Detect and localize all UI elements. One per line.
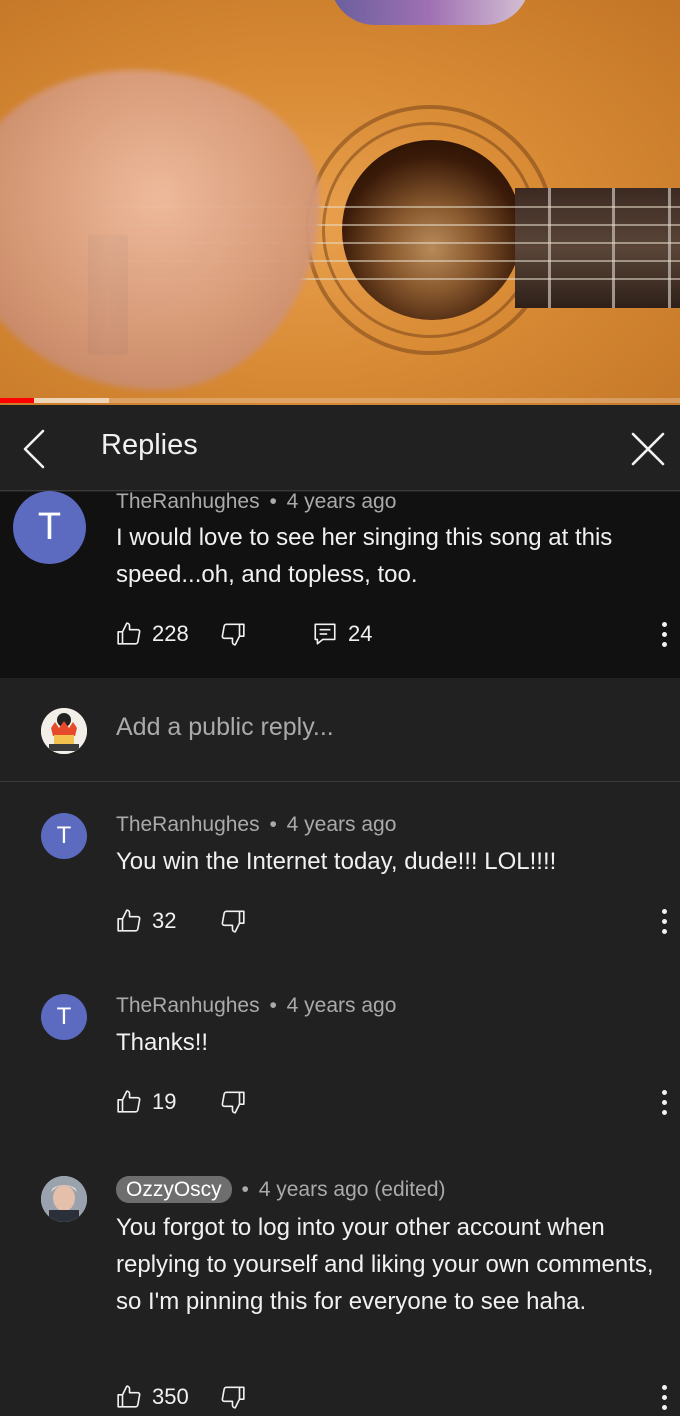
more-vert-icon-dot: [661, 928, 667, 934]
comment-actions: 32: [116, 904, 680, 938]
dislike-button[interactable]: [220, 904, 246, 938]
comment-actions: 228 24: [116, 617, 680, 651]
user-photo-avatar: [41, 1176, 87, 1222]
avatar[interactable]: [41, 708, 87, 754]
parent-comment: T TheRanhughes • 4 years ago I would lov…: [0, 490, 680, 678]
more-options-button[interactable]: [654, 904, 674, 938]
more-vert-icon-dot: [661, 641, 667, 647]
like-button[interactable]: 350: [116, 1380, 189, 1414]
more-vert-icon-dot: [661, 1099, 667, 1105]
video-frame-detail: [342, 140, 522, 320]
video-progress-bar[interactable]: [0, 398, 680, 403]
video-frame-detail: [0, 70, 320, 390]
add-reply-row: Add a public reply...: [0, 680, 680, 782]
meta-separator: •: [269, 994, 277, 1017]
video-frame-detail: [330, 0, 530, 25]
like-count: 19: [152, 1089, 177, 1114]
comment-age: 4 years ago: [286, 813, 397, 836]
more-vert-icon: [661, 621, 667, 627]
thumbs-up-icon: [117, 909, 141, 932]
comment-text: I would love to see her singing this son…: [116, 524, 613, 588]
back-button[interactable]: [16, 427, 56, 471]
like-count: 228: [152, 621, 189, 646]
progress-played: [0, 398, 34, 403]
comment-meta: OzzyOscy • 4 years ago (edited): [116, 1176, 446, 1203]
comment-actions: 19: [116, 1085, 680, 1119]
reply-button[interactable]: 24: [312, 617, 372, 651]
reply-count: 24: [348, 621, 373, 646]
dislike-button[interactable]: [220, 1380, 246, 1414]
thumbs-down-icon: [221, 910, 245, 933]
comment-meta: TheRanhughes • 4 years ago: [116, 994, 396, 1018]
comment-author[interactable]: TheRanhughes: [116, 994, 260, 1017]
more-vert-icon-dot: [661, 631, 667, 637]
comment-actions: 350: [116, 1380, 680, 1414]
avatar[interactable]: T: [41, 813, 87, 859]
thumbs-up-icon: [117, 622, 141, 645]
more-vert-icon-dot: [661, 1394, 667, 1400]
comment-age: 4 years ago: [286, 994, 397, 1017]
meta-separator: •: [269, 490, 277, 513]
close-button[interactable]: [626, 427, 670, 471]
avatar[interactable]: [41, 1176, 87, 1222]
replies-header: Replies: [0, 405, 680, 491]
comment-meta: TheRanhughes • 4 years ago: [116, 813, 396, 837]
like-button[interactable]: 228: [116, 617, 189, 651]
more-vert-icon: [661, 1089, 667, 1095]
reply-comment: T TheRanhughes • 4 years ago You win the…: [0, 812, 680, 972]
reply-comment: OzzyOscy • 4 years ago (edited) You forg…: [0, 1176, 680, 1416]
thumbs-up-icon: [117, 1090, 141, 1113]
more-vert-icon-dot: [661, 1109, 667, 1115]
user-avatar-icon: [41, 708, 87, 754]
video-player[interactable]: [0, 0, 680, 405]
like-button[interactable]: 19: [116, 1085, 176, 1119]
comment-text: Thanks!!: [116, 1029, 209, 1056]
thumbs-up-icon: [117, 1385, 141, 1408]
page-title: Replies: [101, 429, 198, 461]
comment-author[interactable]: TheRanhughes: [116, 490, 260, 513]
more-vert-icon: [661, 908, 667, 914]
comment-text: You forgot to log into your other accoun…: [116, 1214, 654, 1315]
reply-input[interactable]: Add a public reply...: [116, 713, 334, 742]
meta-separator: •: [269, 813, 277, 836]
comment-author[interactable]: TheRanhughes: [116, 813, 260, 836]
comment-age: 4 years ago: [286, 490, 397, 513]
reply-comment: T TheRanhughes • 4 years ago Thanks!! 19: [0, 993, 680, 1143]
more-options-button[interactable]: [654, 1085, 674, 1119]
like-count: 32: [152, 908, 177, 933]
close-icon: [631, 432, 665, 466]
comment-meta: TheRanhughes • 4 years ago: [116, 490, 396, 514]
dislike-button[interactable]: [220, 617, 246, 651]
like-count: 350: [152, 1384, 189, 1409]
more-vert-icon: [661, 1384, 667, 1390]
comment-age: 4 years ago (edited): [258, 1178, 446, 1201]
dislike-button[interactable]: [220, 1085, 246, 1119]
comment-icon: [314, 623, 336, 645]
meta-separator: •: [241, 1178, 249, 1201]
avatar[interactable]: T: [13, 491, 86, 564]
comment-text: You win the Internet today, dude!!! LOL!…: [116, 848, 557, 875]
like-button[interactable]: 32: [116, 904, 176, 938]
more-vert-icon-dot: [661, 1404, 667, 1410]
chevron-left-icon: [23, 429, 45, 469]
thumbs-down-icon: [221, 623, 245, 646]
more-options-button[interactable]: [654, 1380, 674, 1414]
thumbs-down-icon: [221, 1386, 245, 1409]
comment-author-chip[interactable]: OzzyOscy: [116, 1176, 232, 1203]
thumbs-down-icon: [221, 1091, 245, 1114]
more-vert-icon-dot: [661, 918, 667, 924]
more-options-button[interactable]: [654, 617, 674, 651]
avatar[interactable]: T: [41, 994, 87, 1040]
